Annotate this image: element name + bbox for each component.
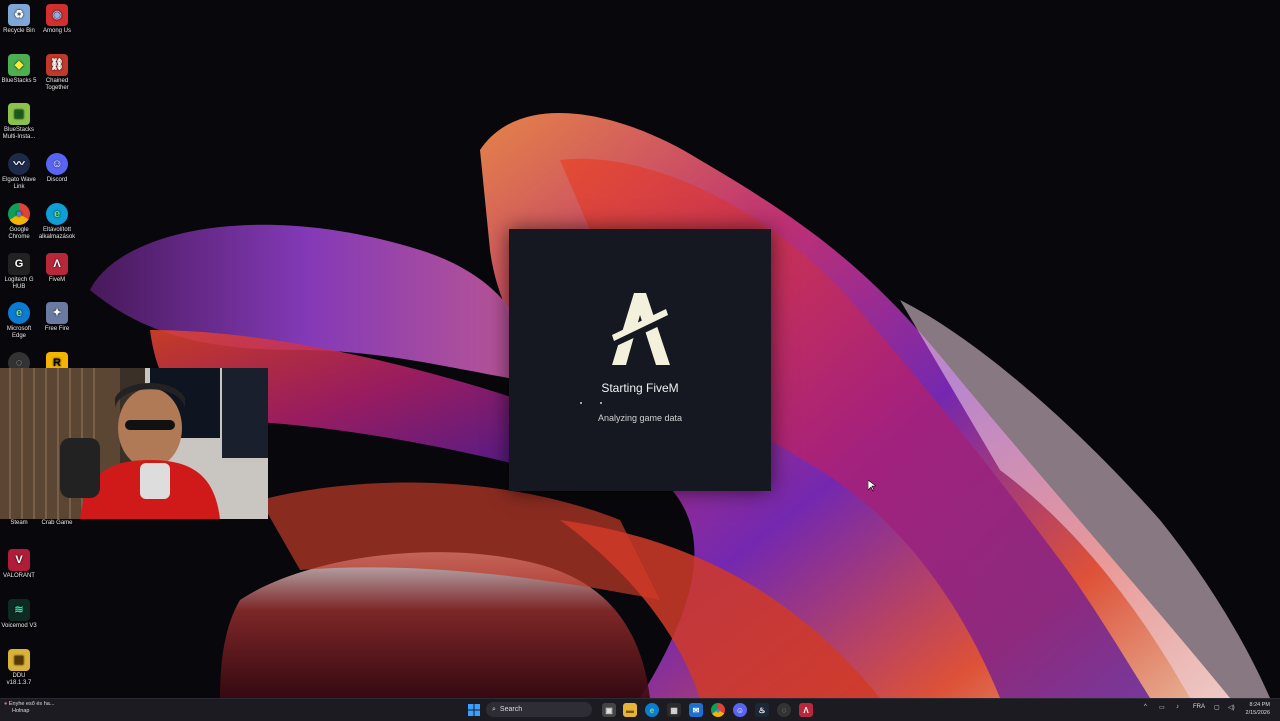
- desktop-icon-discord[interactable]: ☺ Discord: [38, 153, 76, 184]
- mail-icon: ✉: [692, 705, 700, 715]
- task-view-icon: ▣: [605, 705, 613, 715]
- loading-indicator: [580, 402, 582, 404]
- desktop-icon-voicemod[interactable]: ≋ Voicemod V3: [0, 599, 38, 630]
- recycle-bin-icon: ♻: [8, 4, 30, 26]
- desktop-icon-bluestacks[interactable]: ◆ BlueStacks 5: [0, 54, 38, 85]
- folder-icon: ▬: [626, 705, 634, 715]
- splash-status: Analyzing game data: [597, 413, 683, 423]
- bluestacks-icon: ◆: [8, 54, 30, 76]
- weather-subtext: Holnap: [12, 708, 30, 714]
- desktop-icon-fivem[interactable]: Λ FiveM: [38, 253, 76, 284]
- fivem-icon: Λ: [46, 253, 68, 275]
- loading-indicator: [600, 402, 602, 404]
- desktop-icon-microsoft-edge[interactable]: e Microsoft Edge: [0, 302, 38, 340]
- discord-icon: ☺: [46, 153, 68, 175]
- store-taskbar-button[interactable]: ▦: [667, 703, 681, 717]
- clock-date: 2/15/2026: [1245, 710, 1270, 716]
- mouse-cursor-icon: [868, 480, 876, 492]
- desktop-icon-ddu[interactable]: ▤ DDU v18.1.3.7: [0, 649, 38, 687]
- fivem-icon: Λ: [803, 705, 809, 715]
- taskbar-clock[interactable]: 8:24 PM 2/15/2026: [1246, 701, 1270, 717]
- steam-icon: ♨: [758, 705, 766, 715]
- steam-taskbar-button[interactable]: ♨: [755, 703, 769, 717]
- valorant-icon: V: [8, 549, 30, 571]
- chrome-icon: ●: [8, 203, 30, 225]
- tray-display-icon[interactable]: ▢: [1214, 704, 1220, 711]
- discord-icon: ☺: [735, 705, 745, 715]
- chained-together-icon: ⛓: [46, 54, 68, 76]
- fivem-splash-window: Starting FiveM Analyzing game data: [509, 229, 771, 491]
- search-icon: ⌕: [492, 705, 496, 713]
- start-button[interactable]: [467, 703, 481, 717]
- edge-taskbar-button[interactable]: e: [645, 703, 659, 717]
- voicemod-icon: ≋: [8, 599, 30, 621]
- desktop-icon-bluestacks-multi[interactable]: ▦ BlueStacks Multi-Insta...: [0, 103, 38, 141]
- desktop-icon-among-us[interactable]: ◉ Among Us: [38, 4, 76, 35]
- desktop-icon-chained-together[interactable]: ⛓ Chained Together: [38, 54, 76, 92]
- windows-logo-icon: [468, 704, 480, 716]
- tray-overflow-chevron-icon[interactable]: ^: [1144, 704, 1147, 710]
- file-explorer-button[interactable]: ▬: [623, 703, 637, 717]
- splash-title: Starting FiveM: [601, 381, 679, 395]
- search-placeholder: Search: [499, 706, 523, 713]
- tray-mic-icon[interactable]: ♪: [1176, 704, 1179, 710]
- edge-icon: e: [649, 705, 655, 715]
- tray-network-icon[interactable]: ▭: [1159, 704, 1165, 711]
- discord-taskbar-button[interactable]: ☺: [733, 703, 747, 717]
- wave-link-icon: 〰: [8, 153, 30, 175]
- desktop-icon-logitech[interactable]: G Logitech G HUB: [0, 253, 38, 291]
- weather-text: Enyhe eső és ha...: [8, 701, 55, 707]
- store-icon: ▦: [670, 705, 678, 715]
- bluestacks-multi-icon: ▦: [8, 103, 30, 125]
- tray-volume-icon[interactable]: ◁): [1228, 704, 1235, 711]
- taskbar: ● Enyhe eső és ha... Holnap ⌕ Search ▣ ▬…: [0, 698, 1280, 721]
- language-indicator[interactable]: FRA: [1193, 704, 1205, 710]
- edge-icon: e: [46, 203, 68, 225]
- desktop-icon-free-fire[interactable]: ✦ Free Fire: [38, 302, 76, 333]
- chrome-taskbar-button[interactable]: ●: [711, 703, 725, 717]
- fivem-logo-icon: [608, 293, 670, 365]
- desktop-icon-removed-apps[interactable]: e Eltávolított alkalmazások: [38, 203, 76, 241]
- obs-taskbar-button[interactable]: ◌: [777, 703, 791, 717]
- logitech-icon: G: [8, 253, 30, 275]
- desktop-icon-recycle-bin[interactable]: ♻ Recycle Bin: [0, 4, 38, 35]
- ddu-icon: ▤: [8, 649, 30, 671]
- microsoft-edge-icon: e: [8, 302, 30, 324]
- among-us-icon: ◉: [46, 4, 68, 26]
- desktop-icon-wave-link[interactable]: 〰 Elgato Wave Link: [0, 153, 38, 191]
- desktop-icon-valorant[interactable]: V VALORANT: [0, 549, 38, 580]
- desktop-icon-chrome[interactable]: ● Google Chrome: [0, 203, 38, 241]
- task-view-button[interactable]: ▣: [602, 703, 616, 717]
- chrome-icon: ●: [715, 705, 721, 715]
- weather-widget[interactable]: ● Enyhe eső és ha... Holnap: [4, 701, 54, 715]
- taskbar-search[interactable]: ⌕ Search: [486, 702, 592, 717]
- webcam-overlay: [0, 368, 268, 519]
- weather-icon: ●: [4, 701, 8, 707]
- mail-taskbar-button[interactable]: ✉: [689, 703, 703, 717]
- obs-icon: ◌: [781, 705, 787, 715]
- fivem-taskbar-button[interactable]: Λ: [799, 703, 813, 717]
- free-fire-icon: ✦: [46, 302, 68, 324]
- clock-time: 8:24 PM: [1249, 702, 1270, 708]
